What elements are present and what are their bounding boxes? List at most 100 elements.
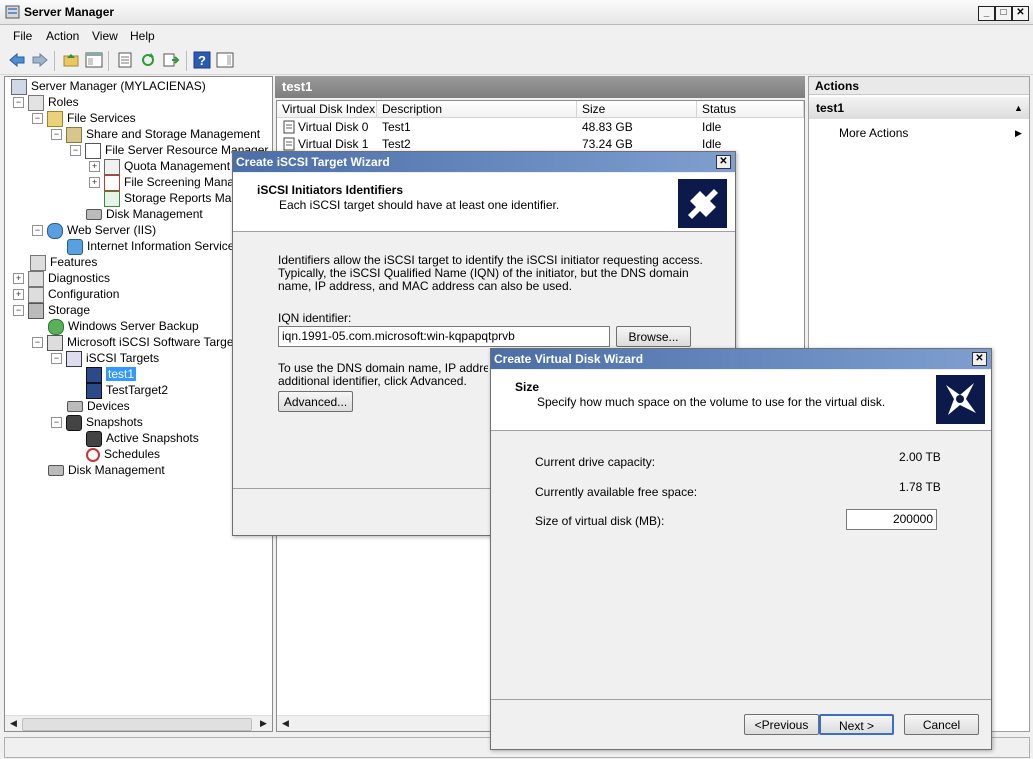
advanced-button[interactable]: Advanced... [278,391,353,412]
expand-icon[interactable]: + [89,161,100,173]
more-actions-label: More Actions [839,126,909,140]
disk-icon [67,401,83,413]
help-icon[interactable]: ? [193,51,211,69]
tree-item-file-screening[interactable]: + File Screening Manage [89,174,247,191]
tree-item-file-services[interactable]: − File Services [32,110,136,127]
tree-item-label: Active Snapshots [106,431,199,445]
tree-horizontal-scrollbar[interactable]: ◀ ▶ [5,715,272,731]
collapse-icon[interactable]: − [32,337,43,349]
iscsi-wizard-close-button[interactable]: ✕ [716,155,731,169]
scroll-right-icon[interactable]: ▶ [256,716,271,731]
cell-status: Idle [702,120,722,134]
collapse-icon[interactable]: − [51,417,62,429]
tree-item-label: Quota Management [124,159,231,173]
more-actions-item[interactable]: More Actions ▶ [839,125,1024,141]
collapse-icon[interactable]: − [32,113,43,125]
cell-status: Idle [702,137,722,151]
tree-item-roles[interactable]: − Roles [13,94,79,111]
tree-item-devices[interactable]: Devices [67,398,130,414]
tree-item-features[interactable]: Features [30,254,97,271]
menu-file[interactable]: File [13,29,32,43]
tree-item-label: File Services [67,111,136,125]
tree-item-label: Storage [48,303,91,317]
actions-section-test1[interactable]: test1 ▲ [809,97,1029,119]
browse-button[interactable]: Browse... [616,326,691,347]
tree-item-iis[interactable]: Internet Information Services [67,238,240,255]
menu-view[interactable]: View [92,29,118,43]
tree-item-windows-backup[interactable]: Windows Server Backup [48,318,199,335]
tree-item-schedules[interactable]: Schedules [86,446,160,462]
cancel-button[interactable]: Cancel [904,714,979,735]
disk-size-input[interactable]: 200000 [846,509,937,530]
submenu-arrow-icon: ▶ [1015,128,1022,138]
tree-item-test1[interactable]: test1 [86,366,137,383]
vdisk-wizard-heading: Size [515,380,540,394]
tree-item-server-manager[interactable]: Server Manager (MYLACIENAS) [11,78,206,95]
collapse-icon[interactable]: − [13,305,24,317]
export-list-icon[interactable] [162,51,180,69]
properties-icon[interactable] [116,51,134,69]
menu-action[interactable]: Action [46,29,79,43]
share-storage-icon [66,126,82,143]
iqn-identifier-input[interactable]: iqn.1991-05.com.microsoft:win-kqpapqtprv… [278,326,610,347]
maximize-button[interactable]: □ [995,6,1012,21]
column-header-description[interactable]: Description [377,101,577,118]
collapse-icon[interactable]: − [13,97,24,109]
column-header-index[interactable]: Virtual Disk Index [277,101,377,118]
scroll-thumb[interactable] [22,718,252,731]
camera-icon [86,430,102,447]
vdisk-wizard-close-button[interactable]: ✕ [972,352,987,366]
cell-description: Test1 [382,120,411,134]
tree-item-label: Diagnostics [48,271,111,285]
tree-item-quota[interactable]: + Quota Management [89,158,231,175]
collapse-icon[interactable]: − [51,129,62,141]
forward-arrow-icon[interactable] [31,51,49,69]
tree-item-testtarget2[interactable]: TestTarget2 [86,382,168,399]
close-button[interactable]: ✕ [1012,6,1029,21]
features-icon [30,254,46,271]
disk-size-label: Size of virtual disk (MB): [535,514,665,528]
tree-item-label: Microsoft iSCSI Software Target [67,335,237,349]
scroll-left-icon[interactable]: ◀ [278,716,293,731]
next-button[interactable]: Next > [819,714,894,735]
tree-item-disk-management-2[interactable]: Disk Management [48,462,165,478]
tree-item-snapshots[interactable]: − Snapshots [51,414,143,431]
iscsi-icon [47,334,63,351]
collapse-up-icon[interactable]: ▲ [1014,97,1023,119]
capacity-value: 2.00 TB [899,450,941,464]
tree-item-storage[interactable]: − Storage [13,302,91,319]
cell-size: 73.24 GB [582,137,633,151]
collapse-icon[interactable]: − [51,353,62,365]
refresh-icon[interactable] [139,51,157,69]
fsrm-icon [85,142,101,159]
target-icon [86,366,102,383]
tree-item-web-server[interactable]: − Web Server (IIS) [32,222,156,239]
tree-item-active-snapshots[interactable]: Active Snapshots [86,430,199,447]
tree-item-diagnostics[interactable]: + Diagnostics [13,270,111,287]
column-header-status[interactable]: Status [697,101,804,118]
column-header-size[interactable]: Size [577,101,697,118]
show-hide-tree-icon[interactable] [85,51,103,69]
tree-item-share-storage[interactable]: − Share and Storage Management [51,126,260,143]
collapse-icon[interactable]: − [70,145,81,157]
menu-help[interactable]: Help [130,29,155,43]
targets-icon [66,350,82,367]
vdisk-wizard-graphic-icon [936,375,985,424]
collapse-icon[interactable]: − [32,225,43,237]
minimize-button[interactable]: _ [978,6,995,21]
expand-icon[interactable]: + [13,289,24,301]
iscsi-wizard-graphic-icon [678,179,727,228]
tree-item-storage-reports[interactable]: Storage Reports Mana [104,190,245,207]
tree-item-iscsi-targets[interactable]: − iSCSI Targets [51,350,159,367]
expand-icon[interactable]: + [13,273,24,285]
previous-button[interactable]: <Previous [744,714,819,735]
back-arrow-icon[interactable] [8,51,26,69]
up-folder-icon[interactable] [62,51,80,69]
expand-icon[interactable]: + [89,177,100,189]
tree-item-configuration[interactable]: + Configuration [13,286,119,303]
show-action-pane-icon[interactable] [216,51,234,69]
iis-icon [67,238,83,255]
tree-item-iscsi-software-target[interactable]: − Microsoft iSCSI Software Target [32,334,237,351]
scroll-left-icon[interactable]: ◀ [6,716,21,731]
tree-item-disk-management-1[interactable]: Disk Management [86,206,203,222]
